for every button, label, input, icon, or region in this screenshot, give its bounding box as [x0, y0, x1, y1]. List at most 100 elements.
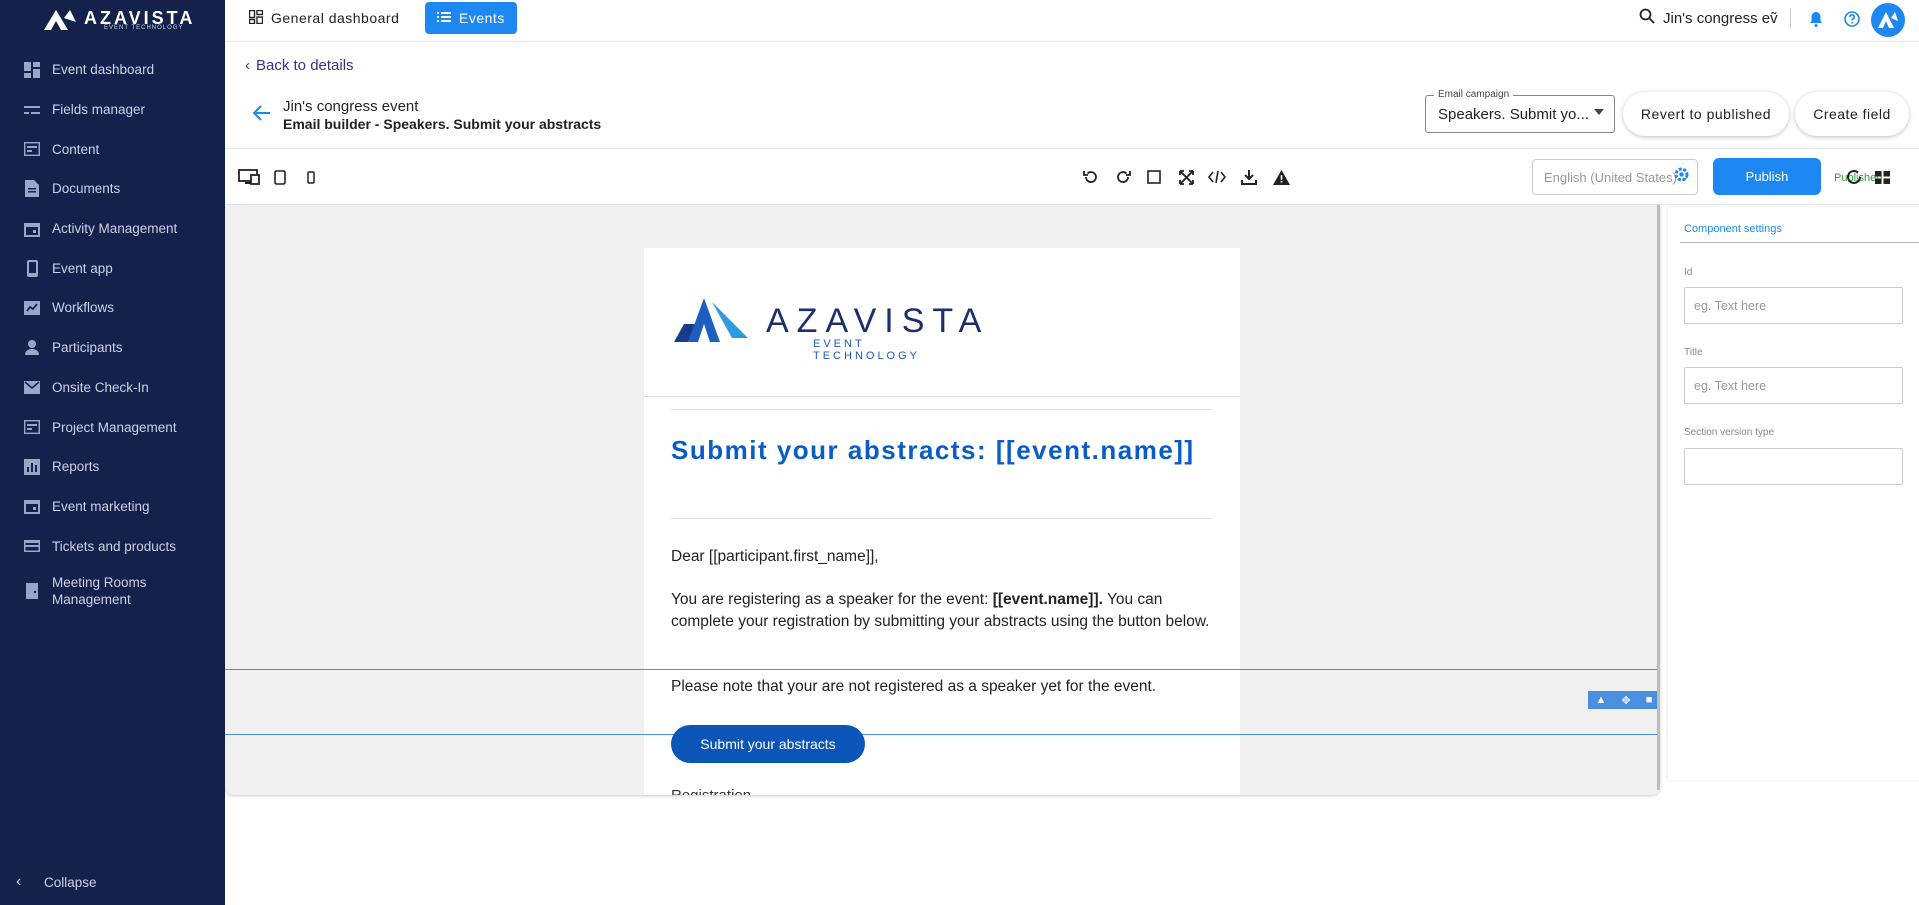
sidebar-item-label: Fields manager — [52, 102, 146, 118]
sidebar-item-label: Event app — [52, 260, 113, 276]
azavista-logo-icon — [1878, 12, 1898, 28]
selected-block-outline[interactable] — [225, 669, 1657, 735]
email-greeting[interactable]: Dear [[participant.first_name]], — [671, 546, 1212, 568]
back-arrow-icon[interactable] — [252, 104, 271, 127]
dashboard-icon — [248, 9, 264, 27]
chevron-left-icon: ‹ — [16, 873, 22, 890]
back-to-details-link[interactable]: ‹ Back to details — [245, 57, 354, 74]
search-input[interactable]: Jin's congress eṽ — [1663, 10, 1778, 27]
mail-icon — [23, 378, 41, 396]
brand-tagline: EVENT TECHNOLOGY — [104, 25, 184, 31]
gear-icon[interactable] — [1673, 166, 1690, 188]
sidebar-item-event-dashboard[interactable]: Event dashboard — [0, 50, 225, 90]
search-icon — [1639, 8, 1655, 28]
sidebar-item-event-app[interactable]: Event app — [0, 248, 225, 288]
canvas-scrollbar[interactable] — [1657, 205, 1660, 790]
tab-label: General dashboard — [271, 10, 400, 26]
tab-general-dashboard[interactable]: General dashboard — [237, 2, 411, 34]
sidebar-item-label: Meeting Rooms Management — [52, 574, 147, 607]
sidebar-item-label: Documents — [52, 181, 121, 197]
sidebar-item-event-marketing[interactable]: Event marketing — [0, 487, 225, 527]
section-version-label: Section version type — [1684, 427, 1775, 438]
create-field-button[interactable]: Create field — [1795, 92, 1909, 136]
avatar[interactable] — [1871, 3, 1905, 37]
sidebar-item-content[interactable]: Content — [0, 129, 225, 169]
email-logo: AZAVISTA EVENT TECHNOLOGY — [674, 298, 981, 362]
document-icon — [23, 180, 41, 198]
phone-icon — [23, 259, 41, 277]
bell-icon[interactable] — [1805, 8, 1827, 30]
sidebar-item-project-management[interactable]: Project Management — [0, 407, 225, 447]
sidebar-item-workflows[interactable]: Workflows — [0, 288, 225, 328]
section-version-input[interactable] — [1684, 448, 1903, 485]
divider — [1789, 8, 1791, 28]
desktop-view-icon[interactable] — [238, 166, 260, 188]
azavista-logo-icon — [674, 298, 748, 342]
sidebar-item-meeting-rooms-management[interactable]: Meeting Rooms Management — [0, 566, 225, 616]
outline-icon[interactable] — [1143, 166, 1165, 188]
content-icon — [23, 140, 41, 158]
move-icon[interactable]: ✥ — [1622, 694, 1631, 707]
back-link-label: Back to details — [256, 57, 354, 74]
dashboard-icon — [23, 61, 41, 79]
email-logo-text: AZAVISTA — [766, 302, 990, 340]
id-input[interactable]: eg. Text here — [1684, 287, 1903, 324]
caret-down-icon — [1594, 109, 1604, 115]
top-bar: General dashboard Events Jin's congress … — [225, 0, 1919, 42]
publish-button[interactable]: Publish — [1713, 158, 1821, 195]
submit-abstracts-button[interactable]: Submit your abstracts — [671, 725, 865, 763]
list-icon — [437, 10, 451, 26]
warning-icon[interactable] — [1270, 166, 1292, 188]
email-text-cut: Registration — [671, 788, 751, 795]
blocks-grid-icon[interactable] — [1871, 166, 1893, 188]
sidebar-item-tickets-and-products[interactable]: Tickets and products — [0, 526, 225, 566]
collapse-label: Collapse — [44, 874, 97, 890]
tablet-view-icon[interactable] — [269, 166, 291, 188]
fullscreen-icon[interactable] — [1175, 166, 1197, 188]
sidebar-item-reports[interactable]: Reports — [0, 447, 225, 487]
sidebar-item-onsite-check-in[interactable]: Onsite Check-In — [0, 368, 225, 408]
sidebar-item-label: Onsite Check-In — [52, 379, 149, 395]
id-label: Id — [1684, 267, 1693, 278]
collapse-button[interactable]: ‹ Collapse — [0, 859, 225, 905]
campaign-label: Email campaign — [1434, 89, 1514, 100]
language-value: English (United States) — [1544, 169, 1677, 185]
undo-icon[interactable] — [1080, 166, 1102, 188]
chart-icon — [23, 458, 41, 476]
sidebar-item-activity-management[interactable]: Activity Management — [0, 209, 225, 249]
sidebar-item-label: Tickets and products — [52, 538, 177, 554]
redo-icon[interactable] — [1112, 166, 1134, 188]
email-paragraph[interactable]: You are registering as a speaker for the… — [671, 589, 1212, 633]
help-icon[interactable] — [1841, 8, 1863, 30]
event-search[interactable]: Jin's congress eṽ — [1639, 8, 1791, 28]
code-icon[interactable] — [1206, 166, 1228, 188]
sidebar-item-label: Reports — [52, 459, 100, 475]
email-campaign-select[interactable]: Email campaign Speakers. Submit yo... — [1425, 89, 1615, 133]
sidebar-item-label: Content — [52, 141, 100, 157]
trash-icon[interactable]: ■ — [1646, 694, 1653, 706]
sidebar-item-label: Activity Management — [52, 221, 178, 237]
email-canvas[interactable]: AZAVISTA EVENT TECHNOLOGY Submit your ab… — [225, 205, 1660, 795]
mobile-view-icon[interactable] — [300, 166, 322, 188]
sidebar-item-label: Event marketing — [52, 498, 150, 514]
title-input[interactable]: eg. Text here — [1684, 367, 1903, 404]
title-label: Title — [1684, 347, 1703, 358]
project-icon — [23, 418, 41, 436]
person-icon — [23, 339, 41, 357]
sidebar-item-documents[interactable]: Documents — [0, 169, 225, 209]
sidebar-item-participants[interactable]: Participants — [0, 328, 225, 368]
paragraph-text: You are registering as a speaker for the… — [671, 591, 993, 608]
tab-events[interactable]: Events — [425, 2, 517, 34]
email-logo-sub: EVENT TECHNOLOGY — [813, 338, 921, 362]
brand-logo[interactable]: AZAVISTA EVENT TECHNOLOGY — [44, 8, 192, 34]
tab-label: Events — [459, 10, 505, 26]
panel-title[interactable]: Component settings — [1684, 223, 1782, 235]
arrow-up-icon[interactable]: ▲ — [1596, 694, 1607, 706]
calendar-icon — [23, 220, 41, 238]
download-icon[interactable] — [1238, 166, 1260, 188]
fields-icon — [23, 101, 41, 119]
revert-to-published-button[interactable]: Revert to published — [1623, 92, 1789, 136]
email-heading[interactable]: Submit your abstracts: [[event.name]] — [671, 436, 1212, 464]
divider — [1680, 242, 1919, 243]
sidebar-item-fields-manager[interactable]: Fields manager — [0, 90, 225, 130]
